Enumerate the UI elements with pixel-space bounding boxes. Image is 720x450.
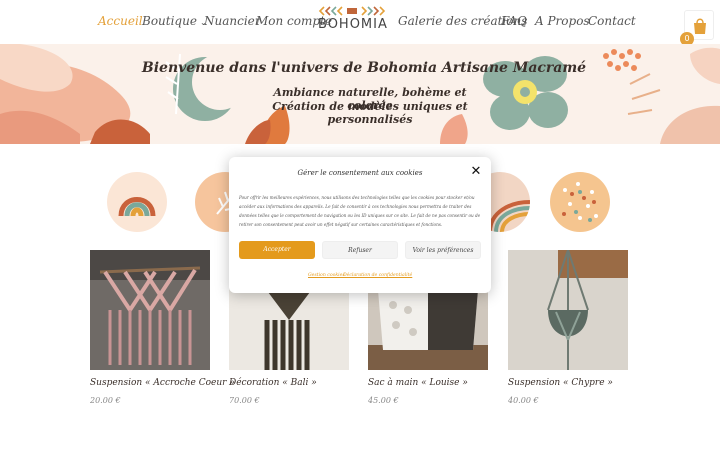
- logo-text: BOHOMIA: [318, 17, 388, 32]
- product-image[interactable]: [508, 250, 628, 370]
- nav-about[interactable]: A Propos: [535, 14, 590, 28]
- product-price: 20.00 €: [90, 396, 121, 405]
- category-dots[interactable]: [550, 172, 610, 232]
- cookie-management-link[interactable]: Gestion cookies: [308, 273, 345, 278]
- product-name[interactable]: Sac à main « Louise »: [368, 378, 468, 388]
- refuse-button[interactable]: Refuser: [322, 241, 398, 259]
- hero-subtitle-2: Création de modèles uniques et personnal…: [272, 100, 468, 126]
- category-rainbow[interactable]: [107, 172, 167, 232]
- nav-colors[interactable]: Nuancier: [204, 14, 261, 28]
- rainbow-icon: [118, 197, 156, 217]
- dots-icon: [562, 182, 598, 222]
- product-image[interactable]: [90, 250, 210, 370]
- nav-shop[interactable]: Boutique ⌄: [142, 14, 207, 28]
- accept-button[interactable]: Accepter: [239, 241, 315, 259]
- cookie-dialog-title: Gérer le consentement aux cookies: [297, 169, 423, 177]
- macrame-wall-hanging-image: [90, 250, 210, 370]
- product-name[interactable]: Décoration « Bali »: [229, 378, 317, 388]
- close-icon[interactable]: ✕: [469, 165, 483, 179]
- product-name[interactable]: Suspension « Chypre »: [508, 378, 613, 388]
- site-logo[interactable]: BOHOMIA: [318, 6, 388, 38]
- cookie-consent-dialog: Gérer le consentement aux cookies ✕ Pour…: [229, 157, 491, 293]
- product-price: 40.00 €: [508, 396, 539, 405]
- cookie-dialog-text: Pour offrir les meilleures expériences, …: [239, 195, 481, 227]
- product-name[interactable]: Suspension « Accroche Coeur »: [90, 378, 235, 388]
- product-price: 70.00 €: [229, 396, 260, 405]
- privacy-statement-link[interactable]: Déclaration de confidentialité: [343, 273, 412, 278]
- nav-home[interactable]: Accueil: [98, 14, 143, 28]
- nav-contact[interactable]: Contact: [588, 14, 636, 28]
- product-price: 45.00 €: [368, 396, 399, 405]
- logo-arrows-icon: [318, 6, 386, 16]
- hero-banner: Bienvenue dans l'univers de Bohomia Arti…: [0, 44, 720, 144]
- nav-faq[interactable]: FAQ: [501, 14, 527, 28]
- hero-title: Bienvenue dans l'univers de Bohomia Arti…: [141, 60, 587, 76]
- nav-shop-label: Boutique: [142, 14, 197, 28]
- site-header: Accueil Boutique ⌄ Nuancier Mon compte BO…: [0, 0, 720, 46]
- view-preferences-button[interactable]: Voir les préférences: [405, 241, 481, 259]
- macrame-plant-hanger-image: [508, 250, 628, 370]
